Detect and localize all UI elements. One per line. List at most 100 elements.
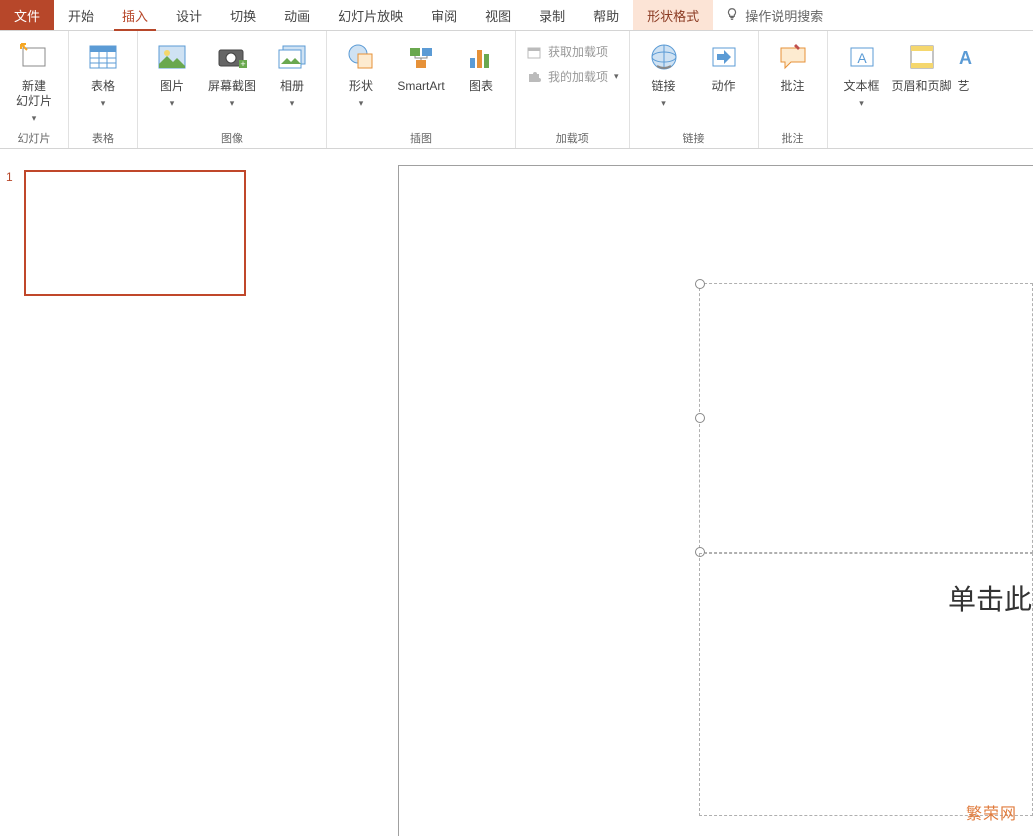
- chevron-down-icon: ▾: [290, 98, 295, 109]
- link-icon: [646, 39, 682, 75]
- wordart-icon: A: [946, 39, 982, 75]
- chevron-down-icon: ▾: [359, 98, 364, 109]
- group-tables-label: 表格: [92, 130, 114, 146]
- group-images-label: 图像: [221, 130, 243, 146]
- tab-animations[interactable]: 动画: [270, 0, 324, 30]
- textbox-icon: A: [844, 39, 880, 75]
- tab-help[interactable]: 帮助: [579, 0, 633, 30]
- tell-me-search[interactable]: 操作说明搜索: [713, 0, 835, 30]
- header-footer-icon: [904, 39, 940, 75]
- group-slides-label: 幻灯片: [18, 130, 51, 146]
- tab-file[interactable]: 文件: [0, 0, 54, 30]
- chart-button[interactable]: 图表: [453, 35, 509, 94]
- resize-handle[interactable]: [695, 279, 705, 289]
- smartart-label: SmartArt: [397, 79, 444, 94]
- group-links-label: 链接: [683, 130, 705, 146]
- wordart-label: 艺: [958, 79, 970, 94]
- group-illustrations: 形状 ▾ SmartArt 图表 插图: [327, 31, 516, 148]
- link-button[interactable]: 链接 ▾: [636, 35, 692, 109]
- album-button[interactable]: 相册 ▾: [264, 35, 320, 109]
- tab-transitions[interactable]: 切换: [216, 0, 270, 30]
- my-addins-label: 我的加载项: [548, 68, 608, 85]
- body-placeholder[interactable]: 单击此: [699, 553, 1033, 816]
- shapes-label: 形状: [349, 79, 373, 94]
- group-images: 图片 ▾ + 屏幕截图 ▾ 相册 ▾ 图像: [138, 31, 327, 148]
- chevron-down-icon: ▾: [661, 98, 666, 109]
- textbox-button[interactable]: A 文本框 ▾: [834, 35, 890, 109]
- slide-editor[interactable]: 单击此: [268, 150, 1033, 836]
- shapes-button[interactable]: 形状 ▾: [333, 35, 389, 109]
- thumbnail-number: 1: [6, 170, 16, 296]
- group-links: 链接 ▾ 动作 链接: [630, 31, 759, 148]
- screenshot-button[interactable]: + 屏幕截图 ▾: [204, 35, 260, 109]
- comment-icon: [775, 39, 811, 75]
- group-text: A 文本框 ▾ 页眉和页脚 A 艺: [828, 31, 980, 148]
- table-label: 表格: [91, 79, 115, 94]
- tab-record[interactable]: 录制: [525, 0, 579, 30]
- svg-text:A: A: [857, 50, 867, 66]
- group-slides: 新建 幻灯片 ▾ 幻灯片: [0, 31, 69, 148]
- tab-slideshow[interactable]: 幻灯片放映: [324, 0, 417, 30]
- screenshot-icon: +: [214, 39, 250, 75]
- tab-insert[interactable]: 插入: [108, 0, 162, 30]
- watermark: 繁荣网: [966, 800, 1017, 824]
- slide-canvas[interactable]: 单击此: [398, 165, 1033, 836]
- action-label: 动作: [712, 79, 736, 94]
- workspace: 1 单击此: [0, 150, 1033, 836]
- chevron-down-icon: ▾: [859, 98, 864, 109]
- my-addins-button[interactable]: 我的加载项 ▾: [522, 66, 623, 87]
- get-addins-button[interactable]: 获取加载项: [522, 41, 623, 62]
- new-slide-button[interactable]: 新建 幻灯片 ▾: [6, 35, 62, 124]
- screenshot-label: 屏幕截图: [208, 79, 256, 94]
- link-label: 链接: [652, 79, 676, 94]
- store-icon: [526, 44, 542, 60]
- smartart-button[interactable]: SmartArt: [393, 35, 449, 94]
- tell-me-label: 操作说明搜索: [745, 6, 823, 25]
- table-button[interactable]: 表格 ▾: [75, 35, 131, 109]
- shapes-icon: [343, 39, 379, 75]
- tab-home[interactable]: 开始: [54, 0, 108, 30]
- chart-icon: [463, 39, 499, 75]
- chevron-down-icon: ▾: [230, 98, 235, 109]
- textbox-label: 文本框: [844, 79, 880, 94]
- puzzle-icon: [526, 69, 542, 85]
- new-slide-icon: [16, 39, 52, 75]
- header-footer-label: 页眉和页脚: [892, 79, 952, 94]
- chevron-down-icon: ▾: [170, 98, 175, 109]
- pictures-label: 图片: [160, 79, 184, 94]
- ribbon: 新建 幻灯片 ▾ 幻灯片 表格 ▾ 表格 图片 ▾: [0, 31, 1033, 149]
- thumbnail-row[interactable]: 1: [0, 170, 268, 296]
- tab-shape-format[interactable]: 形状格式: [633, 0, 713, 30]
- tab-view[interactable]: 视图: [471, 0, 525, 30]
- group-tables: 表格 ▾ 表格: [69, 31, 138, 148]
- album-label: 相册: [280, 79, 304, 94]
- svg-text:A: A: [959, 48, 972, 68]
- album-icon: [274, 39, 310, 75]
- tab-bar: 文件 开始 插入 设计 切换 动画 幻灯片放映 审阅 视图 录制 帮助 形状格式…: [0, 0, 1033, 31]
- comment-button[interactable]: 批注: [765, 35, 821, 94]
- picture-icon: [154, 39, 190, 75]
- chevron-down-icon: ▾: [101, 98, 106, 109]
- pictures-button[interactable]: 图片 ▾: [144, 35, 200, 109]
- lightbulb-icon: [725, 7, 739, 24]
- get-addins-label: 获取加载项: [548, 43, 608, 60]
- body-placeholder-text: 单击此: [948, 578, 1032, 618]
- tab-design[interactable]: 设计: [162, 0, 216, 30]
- slide-thumbnail[interactable]: [24, 170, 246, 296]
- group-comments-label: 批注: [782, 130, 804, 146]
- group-addins: 获取加载项 我的加载项 ▾ 加载项: [516, 31, 630, 148]
- resize-handle[interactable]: [695, 413, 705, 423]
- tab-review[interactable]: 审阅: [417, 0, 471, 30]
- chart-label: 图表: [469, 79, 493, 94]
- action-button[interactable]: 动作: [696, 35, 752, 94]
- title-placeholder[interactable]: [699, 283, 1033, 553]
- group-comments: 批注 批注: [759, 31, 828, 148]
- header-footer-button[interactable]: 页眉和页脚: [894, 35, 950, 94]
- wordart-button[interactable]: A 艺: [954, 35, 974, 94]
- svg-text:+: +: [240, 59, 245, 69]
- chevron-down-icon: ▾: [32, 113, 37, 124]
- table-icon: [85, 39, 121, 75]
- chevron-down-icon: ▾: [614, 71, 619, 82]
- new-slide-label: 新建 幻灯片: [16, 79, 52, 109]
- group-illustrations-label: 插图: [410, 130, 432, 146]
